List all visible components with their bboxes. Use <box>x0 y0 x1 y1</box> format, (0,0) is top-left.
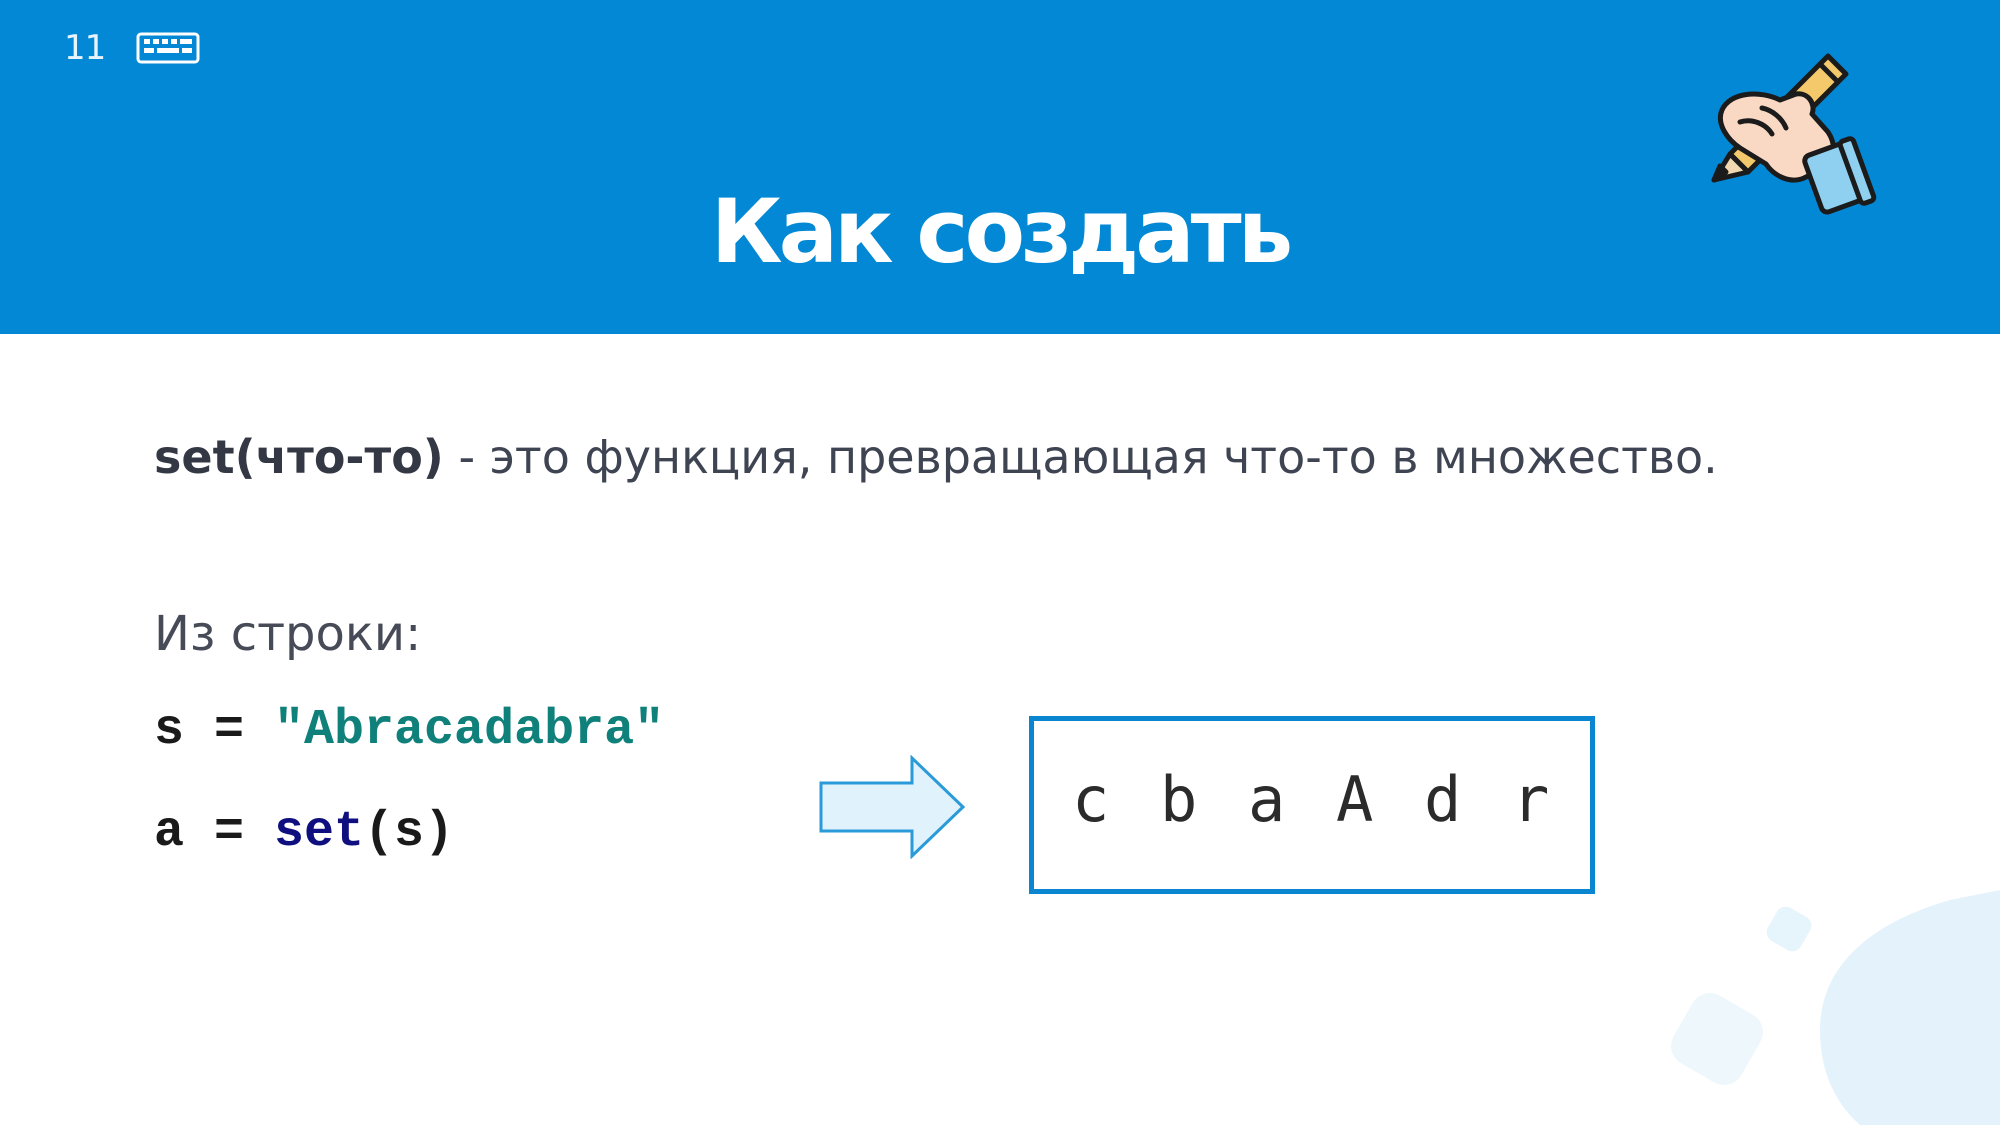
hand-writing-icon <box>1711 53 1877 215</box>
code-line-2: a = set(s) <box>154 804 454 861</box>
keyboard-icon <box>136 32 200 64</box>
header-band: 11 Как создать <box>0 0 2000 334</box>
code-string-literal: "Abracadabra" <box>274 702 665 759</box>
output-char: a <box>1248 763 1286 836</box>
slide: 11 Как создать set(что-то) - это функция… <box>0 0 2000 1125</box>
output-char: c <box>1072 763 1110 836</box>
definition-text: set(что-то) - это функция, превращающая … <box>154 430 1718 484</box>
output-char: r <box>1512 763 1550 836</box>
code-var: a <box>154 804 185 861</box>
decorative-shapes <box>1671 890 2000 1125</box>
code-args: (s) <box>364 804 455 861</box>
output-box: c b a A d r <box>1029 716 1595 894</box>
arrow-right-icon <box>819 755 966 859</box>
output-chars: c b a A d r <box>1072 763 1600 836</box>
code-var: s <box>154 702 185 759</box>
output-char: A <box>1336 763 1374 836</box>
code-op: = <box>184 702 275 759</box>
from-string-label: Из строки: <box>154 606 422 662</box>
code-builtin-set: set <box>274 804 365 861</box>
output-char: b <box>1160 763 1198 836</box>
output-char: d <box>1424 763 1462 836</box>
code-op: = <box>184 804 275 861</box>
definition-term: set(что-то) <box>154 430 444 484</box>
slide-number: 11 <box>64 28 106 68</box>
definition-description: - это функция, превращающая что-то в мно… <box>443 430 1718 484</box>
code-line-1: s = "Abracadabra" <box>154 702 664 759</box>
